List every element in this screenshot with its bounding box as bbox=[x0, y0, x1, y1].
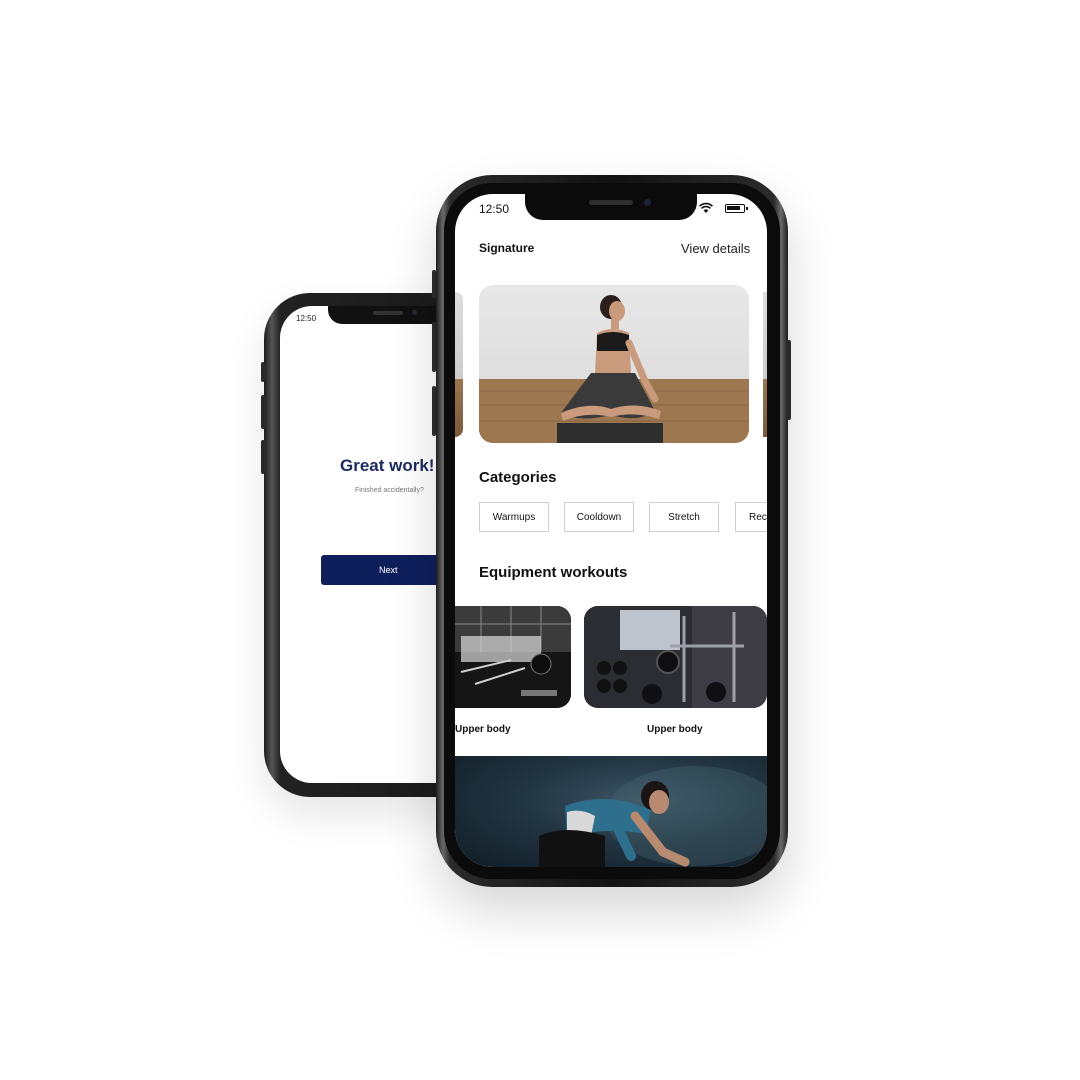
equipment-card-1[interactable] bbox=[455, 606, 571, 708]
previous-card-peek[interactable] bbox=[455, 292, 463, 437]
back-status-time: 12:50 bbox=[296, 314, 317, 323]
front-phone-power-button bbox=[787, 340, 791, 420]
back-phone-screen: 12:50 Great work! Finished accidentally?… bbox=[280, 306, 450, 783]
yoga-image bbox=[479, 295, 749, 443]
category-chip-recovery[interactable]: Rec bbox=[735, 502, 767, 532]
equipment-workouts-title: Equipment workouts bbox=[479, 564, 628, 581]
finished-accidentally-link[interactable]: Finished accidentally? bbox=[355, 487, 424, 494]
next-button[interactable]: Next bbox=[321, 555, 450, 585]
completion-title: Great work! bbox=[340, 456, 435, 475]
front-phone-volume-mid bbox=[432, 322, 436, 372]
battery-icon bbox=[725, 204, 748, 213]
next-card-peek[interactable] bbox=[763, 292, 767, 437]
cyclist-image bbox=[539, 766, 767, 867]
equipment-card-1-label: Upper body bbox=[455, 724, 511, 735]
categories-title: Categories bbox=[479, 469, 557, 486]
camera-icon bbox=[412, 310, 417, 315]
signature-hero-card[interactable] bbox=[479, 285, 749, 443]
back-phone-notch bbox=[328, 306, 450, 324]
category-chip-stretch[interactable]: Stretch bbox=[649, 502, 719, 532]
camera-icon bbox=[644, 199, 651, 206]
signature-title: Signature bbox=[479, 241, 535, 255]
speaker-icon bbox=[373, 311, 403, 315]
gym-image-1 bbox=[455, 606, 571, 708]
category-chip-cooldown[interactable]: Cooldown bbox=[564, 502, 634, 532]
front-phone-notch bbox=[525, 194, 697, 220]
front-phone-screen: 12:50 Signature View details Categories … bbox=[455, 194, 767, 867]
front-phone-volume-down bbox=[432, 386, 436, 436]
status-time: 12:50 bbox=[479, 202, 510, 216]
speaker-icon bbox=[589, 200, 633, 205]
front-phone-volume-up bbox=[432, 270, 436, 298]
back-phone-volume-up bbox=[261, 395, 265, 429]
featured-workout-banner[interactable] bbox=[455, 756, 767, 867]
category-chip-warmups[interactable]: Warmups bbox=[479, 502, 549, 532]
wifi-icon bbox=[699, 202, 713, 213]
gym-image-2 bbox=[584, 606, 767, 708]
view-details-link[interactable]: View details bbox=[681, 241, 750, 256]
back-phone-side-button bbox=[261, 362, 265, 382]
equipment-card-2[interactable] bbox=[584, 606, 767, 708]
back-phone-volume-down bbox=[261, 440, 265, 474]
equipment-card-2-label: Upper body bbox=[647, 724, 703, 735]
